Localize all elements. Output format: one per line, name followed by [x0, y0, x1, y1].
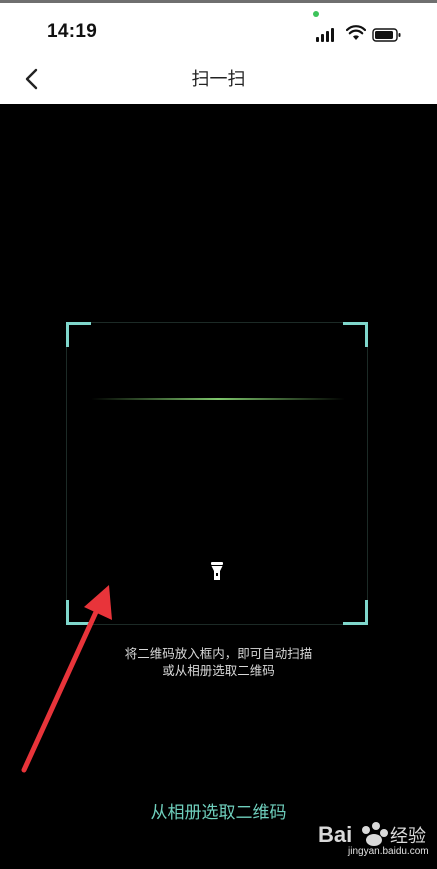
scan-line	[91, 398, 345, 400]
svg-text:经验: 经验	[390, 826, 426, 847]
chevron-left-icon	[25, 68, 38, 90]
scan-hint-line-1: 将二维码放入框内，即可自动扫描	[124, 647, 313, 661]
scan-corner-top-right	[343, 322, 368, 347]
page-title: 扫一扫	[191, 69, 246, 89]
status-time: 14:19	[47, 21, 98, 42]
scan-hint: 将二维码放入框内，即可自动扫描 或从相册选取二维码	[0, 646, 437, 680]
nav-bar: 扫一扫	[0, 54, 437, 104]
scan-hint-line-2: 或从相册选取二维码	[162, 664, 275, 678]
battery-icon	[372, 28, 401, 42]
flashlight-icon[interactable]	[210, 561, 224, 581]
wifi-icon	[346, 25, 366, 40]
scan-screen: 14:19 扫一扫 将二维码放入框内，即可自动扫描 或从相册选取二维码 从相册选…	[0, 0, 437, 869]
back-button[interactable]	[14, 62, 48, 96]
svg-text:Bai: Bai	[318, 822, 352, 847]
privacy-indicator-dot	[313, 11, 319, 17]
scan-corner-top-left	[66, 322, 91, 347]
watermark-url: jingyan.baidu.com	[348, 846, 429, 857]
status-bar: 14:19	[0, 3, 437, 54]
cellular-signal-icon	[316, 28, 338, 42]
scan-frame	[66, 322, 368, 625]
scan-corner-bottom-right	[343, 600, 368, 625]
scan-corner-bottom-left	[66, 600, 91, 625]
